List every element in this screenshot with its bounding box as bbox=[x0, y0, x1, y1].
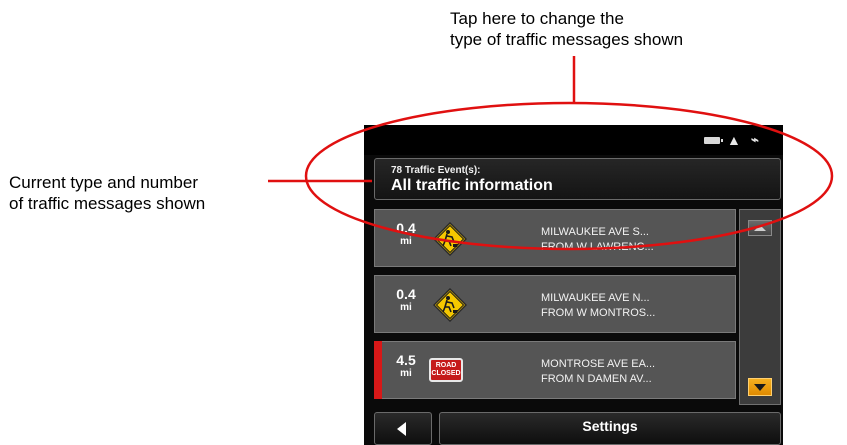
warning-icon: ▲ bbox=[727, 132, 741, 148]
distance-unit: mi bbox=[400, 236, 412, 247]
distance-value: 4.5 bbox=[396, 352, 416, 368]
event-description: MILWAUKEE AVE S... FROM W LAWRENC... bbox=[541, 225, 654, 255]
event-distance: 0.4 mi bbox=[391, 287, 421, 314]
distance-value: 0.4 bbox=[396, 220, 416, 236]
annotation-left-line1: Current type and number bbox=[9, 173, 198, 192]
road-closed-text-2: CLOSED bbox=[431, 370, 461, 377]
scroll-down-button[interactable] bbox=[748, 378, 772, 396]
list-scrollbar[interactable] bbox=[739, 209, 781, 405]
annotation-top-line1: Tap here to change the bbox=[450, 9, 624, 28]
severity-indicator bbox=[374, 341, 382, 399]
screenshot-canvas: Tap here to change the type of traffic me… bbox=[0, 0, 847, 445]
filter-type-label: All traffic information bbox=[391, 177, 553, 194]
event-from: FROM W LAWRENC... bbox=[541, 241, 654, 253]
annotation-top: Tap here to change the type of traffic me… bbox=[450, 8, 683, 50]
event-description: MONTROSE AVE EA... FROM N DAMEN AV... bbox=[541, 357, 655, 387]
event-from: FROM W MONTROS... bbox=[541, 307, 656, 319]
traffic-event-row[interactable]: 0.4 mi MILWAUKEE AVE S... FROM W LAWRENC… bbox=[374, 209, 736, 267]
distance-unit: mi bbox=[400, 368, 412, 379]
event-from: FROM N DAMEN AV... bbox=[541, 373, 652, 385]
event-distance: 0.4 mi bbox=[391, 221, 421, 248]
back-button[interactable] bbox=[374, 412, 432, 445]
roadwork-icon bbox=[433, 288, 467, 322]
battery-icon bbox=[704, 137, 723, 144]
event-road: MONTROSE AVE EA... bbox=[541, 358, 656, 370]
traffic-event-list: 0.4 mi MILWAUKEE AVE S... FROM W LAWRENC… bbox=[374, 209, 736, 405]
annotation-top-line2: type of traffic messages shown bbox=[450, 30, 684, 49]
event-road: MILWAUKEE AVE N... bbox=[541, 292, 650, 304]
gps-icon: ⌁ bbox=[751, 132, 759, 147]
traffic-event-row[interactable]: 0.4 mi MILWAUKEE AVE N... FROM W MONTROS… bbox=[374, 275, 736, 333]
annotation-left: Current type and number of traffic messag… bbox=[9, 172, 205, 214]
road-closed-icon: ROAD CLOSED bbox=[429, 358, 463, 382]
device-screen: ▲ ⌁ 78 Traffic Event(s): All traffic inf… bbox=[364, 125, 783, 445]
roadwork-icon bbox=[433, 222, 467, 256]
distance-value: 0.4 bbox=[396, 286, 416, 302]
annotation-left-line2: of traffic messages shown bbox=[9, 194, 206, 213]
status-bar: ▲ ⌁ bbox=[364, 125, 783, 155]
event-count-label: 78 Traffic Event(s): bbox=[391, 165, 481, 176]
settings-button[interactable]: Settings bbox=[439, 412, 781, 445]
event-description: MILWAUKEE AVE N... FROM W MONTROS... bbox=[541, 291, 655, 321]
traffic-event-row[interactable]: 4.5 mi ROAD CLOSED MONTROSE AVE EA... FR… bbox=[374, 341, 736, 399]
distance-unit: mi bbox=[400, 302, 412, 313]
traffic-filter-button[interactable]: 78 Traffic Event(s): All traffic informa… bbox=[374, 158, 781, 200]
scroll-up-button[interactable] bbox=[748, 220, 772, 236]
event-distance: 4.5 mi bbox=[391, 353, 421, 380]
road-closed-text-1: ROAD bbox=[435, 362, 457, 369]
event-road: MILWAUKEE AVE S... bbox=[541, 226, 649, 238]
